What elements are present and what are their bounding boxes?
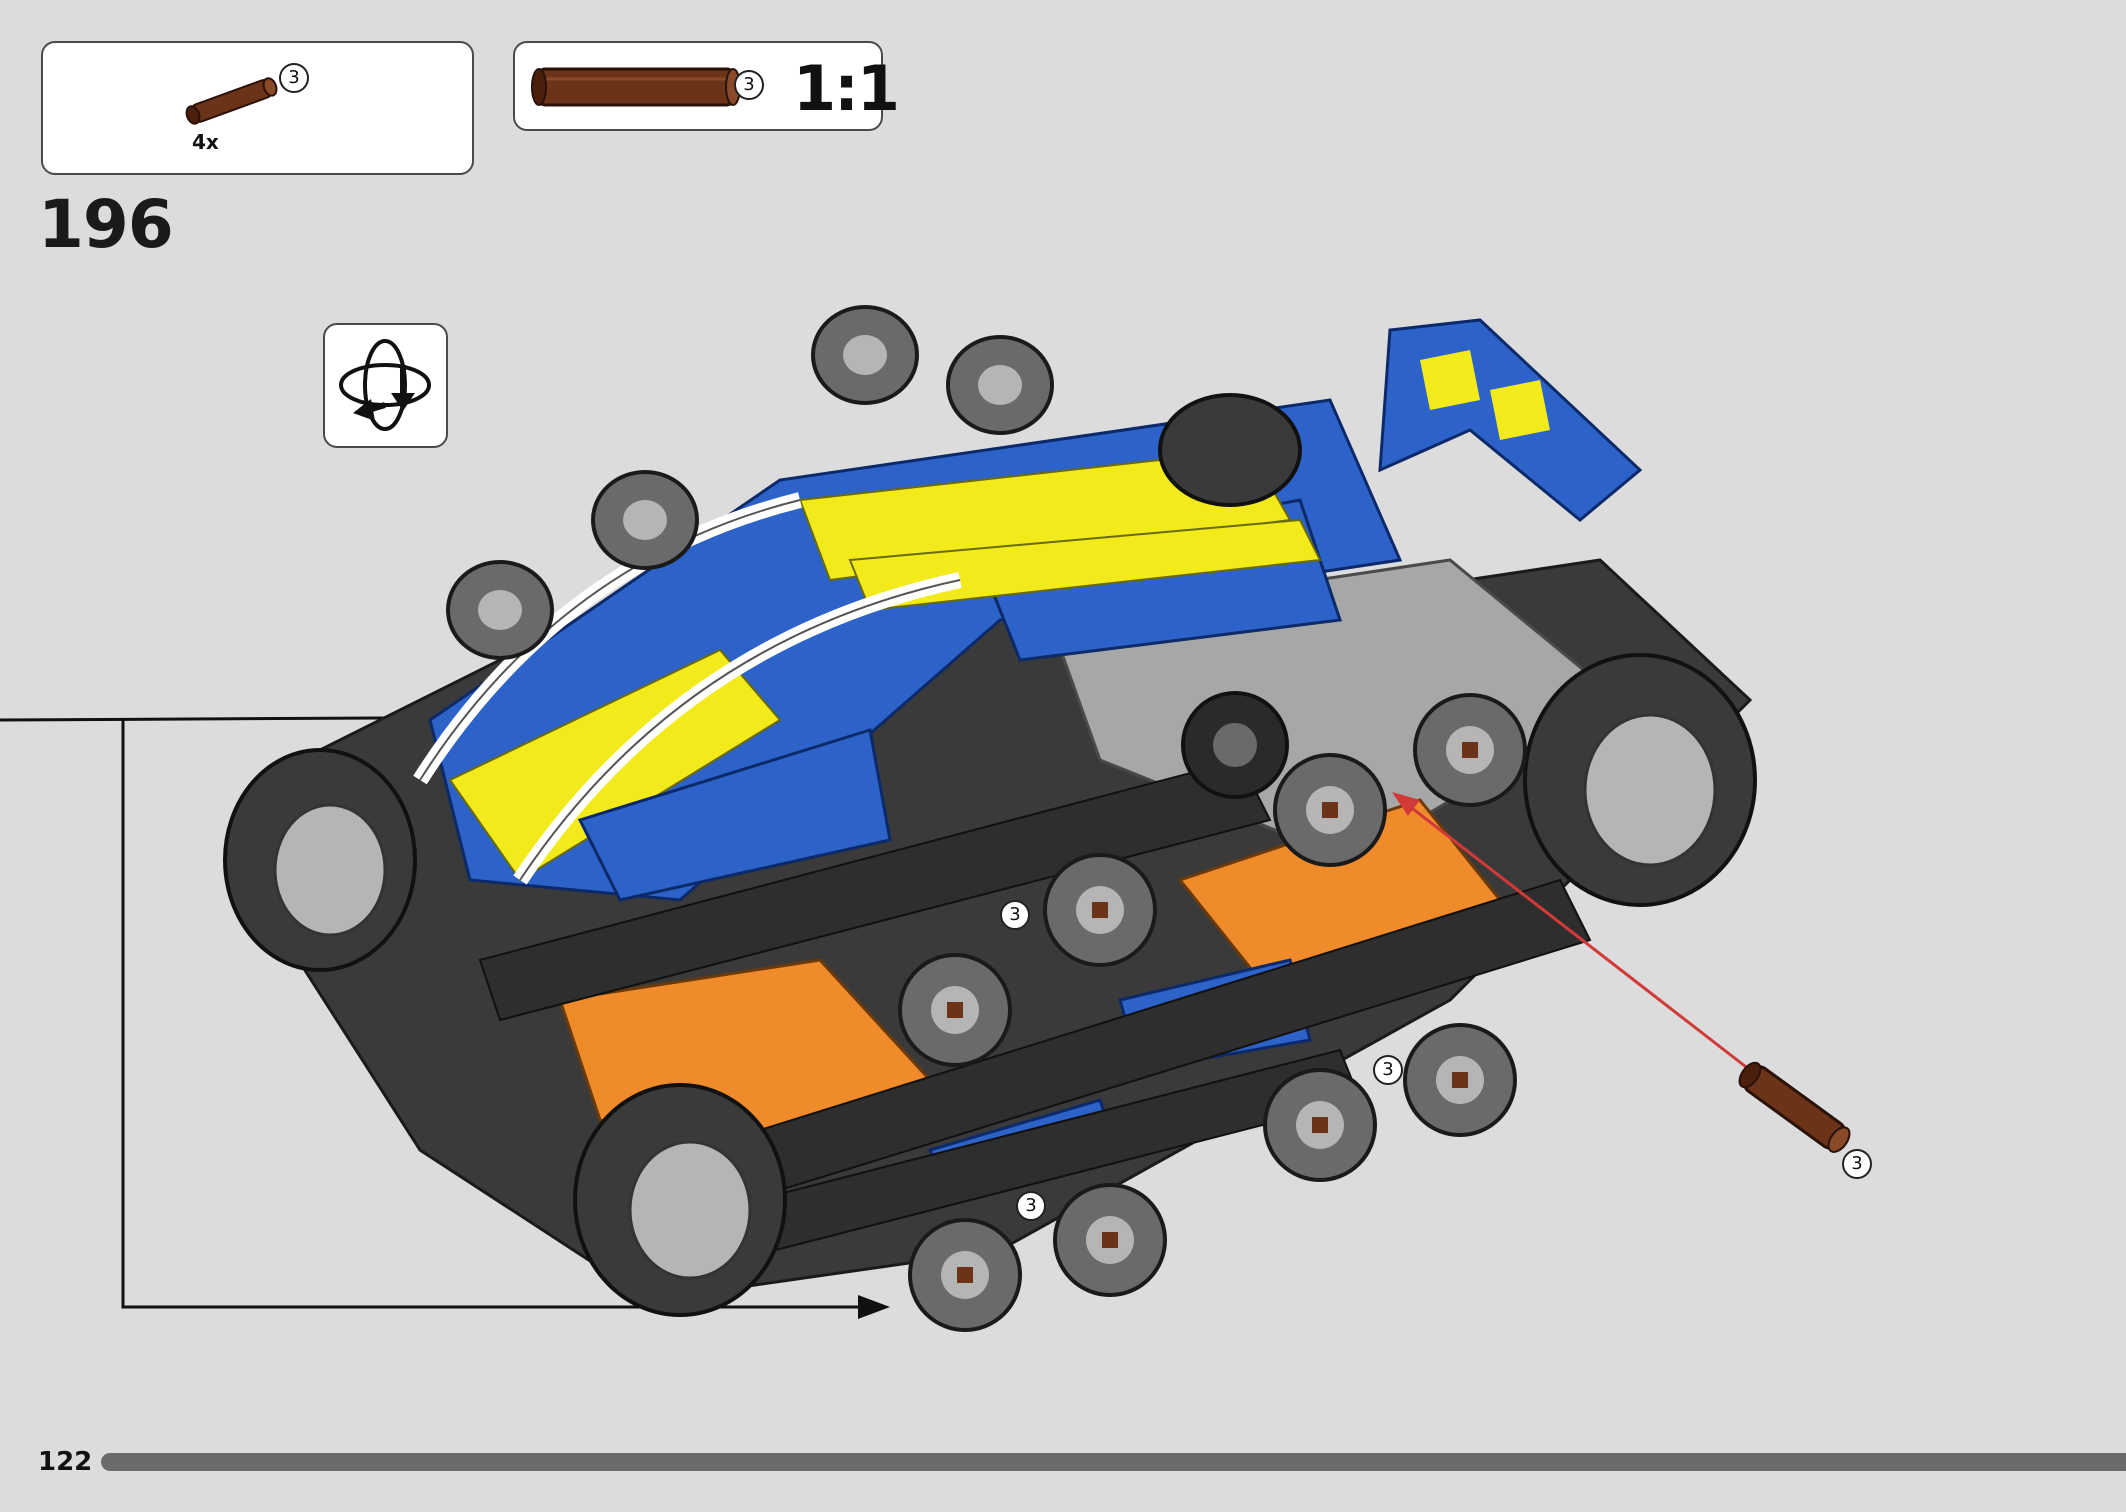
callout-axle-length: 3 [1016,1191,1046,1221]
progress-bar [101,1453,2126,1471]
callout-axle-length: 3 [1842,1149,1872,1179]
model-illustration [0,305,1851,1332]
callout-axle-length: 3 [1373,1055,1403,1085]
progress-bar-fill [101,1453,2126,1471]
callout-axle-length: 3 [1000,900,1030,930]
page-number: 122 [38,1447,93,1477]
loose-axle-part [1738,1061,1851,1153]
